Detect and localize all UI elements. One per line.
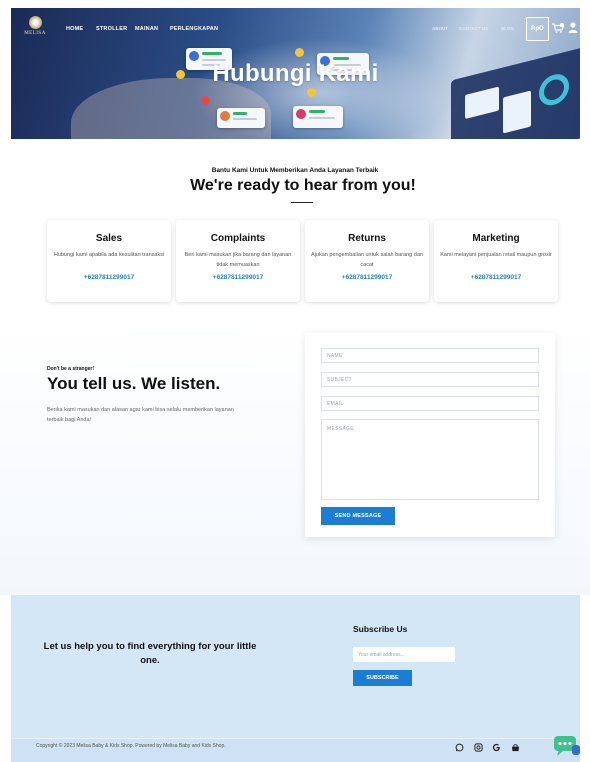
whatsapp-icon[interactable]: [455, 743, 464, 752]
subject-input[interactable]: [321, 372, 539, 387]
emoji-icon: [201, 96, 210, 105]
contact-title: You tell us. We listen.: [47, 374, 221, 393]
hero-review-card: [217, 108, 265, 128]
send-message-button[interactable]: SEND MESSAGE: [321, 507, 395, 525]
instagram-icon[interactable]: [474, 743, 483, 752]
contact-card-sales: Sales Hubungi kami apabila ada kesulitan…: [47, 220, 171, 302]
contact-kicker: Don't be a stranger!: [47, 366, 95, 372]
subscribe-tagline: Let us help you to find everything for y…: [43, 641, 257, 666]
cart-icon[interactable]: [552, 23, 564, 33]
card-phone[interactable]: +6287811299017: [434, 274, 558, 281]
card-desc: Ajukan pengembalian untuk salah barang d…: [311, 252, 423, 268]
card-phone[interactable]: +6287811299017: [176, 274, 300, 281]
shop-icon[interactable]: [511, 743, 520, 752]
contact-card-marketing: Marketing Kami melayani penjualan retail…: [434, 220, 558, 302]
card-title: Complaints: [210, 233, 266, 244]
contact-card-returns: Returns Ajukan pengembalian untuk salah …: [305, 220, 429, 302]
card-desc: Hubungi kami apabila ada kesulitan trans…: [53, 252, 165, 258]
site-logo[interactable]: MELISA: [21, 16, 49, 42]
nav-link-stroller[interactable]: STROLLER: [96, 26, 127, 32]
user-icon[interactable]: [568, 22, 578, 33]
google-icon[interactable]: [492, 743, 501, 752]
nav-link-blog[interactable]: BLOG: [501, 26, 514, 31]
email-input[interactable]: [321, 396, 539, 411]
card-desc: Kami melayani penjualan retail maupun gr…: [440, 252, 552, 258]
nav-link-about[interactable]: ABOUT: [432, 26, 448, 31]
nav-link-perlengkapan[interactable]: PERLENGKAPAN: [170, 26, 218, 32]
contact-form: SEND MESSAGE: [305, 333, 555, 537]
page-title: Hubungi Kami: [212, 60, 379, 87]
hero-review-card: [293, 106, 343, 128]
nav-link-mainan[interactable]: MAINAN: [135, 26, 158, 32]
card-desc: Beri kami masukan jika barang dan layana…: [184, 252, 292, 268]
contact-card-complaints: Complaints Beri kami masukan jika barang…: [176, 220, 300, 302]
card-phone[interactable]: +6287811299017: [305, 274, 429, 281]
card-title: Marketing: [472, 233, 520, 244]
card-title: Returns: [348, 233, 386, 244]
top-nav: MELISA HOME STROLLER MAINAN PERLENGKAPAN…: [11, 8, 580, 50]
subscribe-button[interactable]: SUBSCRIBE: [353, 670, 412, 686]
currency-selector[interactable]: RpO: [526, 17, 549, 41]
nav-link-contact[interactable]: CONTACT US: [459, 26, 488, 31]
chat-icon[interactable]: [553, 735, 581, 757]
name-input[interactable]: [321, 348, 539, 363]
section-divider: [291, 202, 313, 203]
hero-banner: MELISA HOME STROLLER MAINAN PERLENGKAPAN…: [11, 8, 580, 139]
emoji-icon: [307, 88, 316, 97]
message-textarea[interactable]: [321, 419, 539, 500]
subscribe-email-input[interactable]: [353, 647, 455, 662]
card-phone[interactable]: +6287811299017: [47, 274, 171, 281]
copyright-text: Copyright © 2023 Melisa Baby & Kids Shop…: [36, 743, 226, 749]
logo-icon: [29, 16, 42, 29]
nav-link-home[interactable]: HOME: [66, 26, 83, 32]
intro-headline: We're ready to hear from you!: [190, 177, 416, 194]
card-title: Sales: [95, 233, 123, 244]
subscribe-title: Subscribe Us: [353, 624, 408, 634]
contact-desc: Berika kami masukan dan alasan agar kami…: [47, 407, 234, 423]
intro-kicker: Bantu Kami Untuk Memberikan Anda Layanan…: [211, 167, 379, 174]
